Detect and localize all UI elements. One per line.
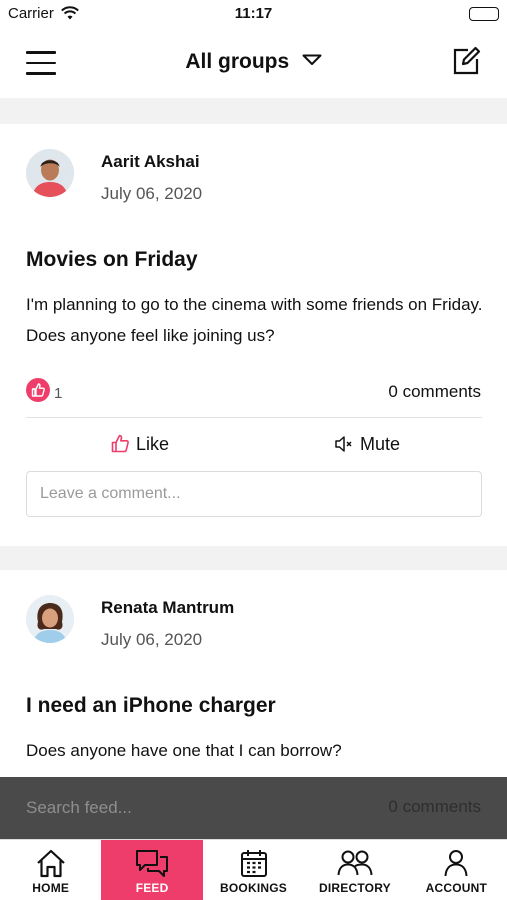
tab-feed[interactable]: FEED — [101, 840, 203, 900]
author-avatar[interactable] — [26, 595, 74, 643]
comments-count[interactable]: 0 comments — [388, 382, 481, 402]
status-bar: Carrier 11:17 — [0, 0, 507, 30]
tab-directory[interactable]: DIRECTORY — [304, 840, 405, 900]
calendar-icon — [240, 850, 267, 877]
like-count: 1 — [54, 385, 63, 402]
group-selector[interactable]: All groups — [0, 50, 507, 74]
author-name[interactable]: Aarit Akshai — [101, 152, 200, 172]
post-title: I need an iPhone charger — [26, 694, 276, 717]
tab-label: HOME — [32, 881, 70, 895]
mute-label: Mute — [360, 434, 401, 454]
comment-input[interactable] — [26, 471, 482, 517]
mute-button[interactable]: Mute — [334, 434, 400, 455]
nav-title: All groups — [185, 50, 290, 73]
chevron-down-icon — [302, 53, 322, 71]
comments-count-obscured: 0 comments — [388, 797, 481, 816]
like-label: Like — [136, 434, 170, 454]
post-date: July 06, 2020 — [101, 184, 203, 203]
like-button[interactable]: Like — [111, 434, 169, 455]
clock-time: 11:17 — [234, 5, 273, 22]
people-icon — [337, 850, 373, 876]
person-icon — [444, 850, 468, 877]
author-name[interactable]: Renata Mantrum — [101, 598, 234, 618]
feed-post: Aarit Akshai July 06, 2020 Movies on Fri… — [0, 124, 507, 546]
search-input[interactable] — [12, 789, 342, 827]
home-icon — [36, 849, 65, 878]
search-bar: 0 comments — [0, 777, 507, 839]
post-date: July 06, 2020 — [101, 630, 203, 649]
feed-separator — [0, 546, 507, 570]
nav-bar: All groups — [0, 30, 507, 98]
thumbs-up-icon — [111, 434, 129, 453]
chat-bubbles-icon — [136, 850, 169, 877]
tab-label: ACCOUNT — [425, 881, 488, 895]
feed-separator — [0, 98, 507, 124]
tab-label: FEED — [135, 881, 169, 895]
speaker-mute-icon — [335, 436, 352, 452]
tab-label: BOOKINGS — [220, 881, 287, 895]
feed-post: Renata Mantrum July 06, 2020 I need an i… — [0, 570, 507, 777]
tab-account[interactable]: ACCOUNT — [406, 840, 507, 900]
post-body: Does anyone have one that I can borrow? — [26, 741, 342, 760]
tab-home[interactable]: HOME — [0, 840, 101, 900]
post-title: Movies on Friday — [26, 248, 198, 271]
battery-icon — [469, 7, 499, 21]
compose-edit-icon[interactable] — [451, 46, 481, 81]
post-body: I'm planning to go to the cinema with so… — [26, 295, 483, 345]
tab-bookings[interactable]: BOOKINGS — [203, 840, 304, 900]
author-avatar[interactable] — [26, 149, 74, 197]
tab-label: DIRECTORY — [319, 881, 391, 895]
like-badge-icon — [26, 378, 50, 402]
divider — [26, 417, 482, 418]
tab-bar: HOME FEED BOOKINGS DIRECTORY ACCOUNT — [0, 839, 507, 900]
